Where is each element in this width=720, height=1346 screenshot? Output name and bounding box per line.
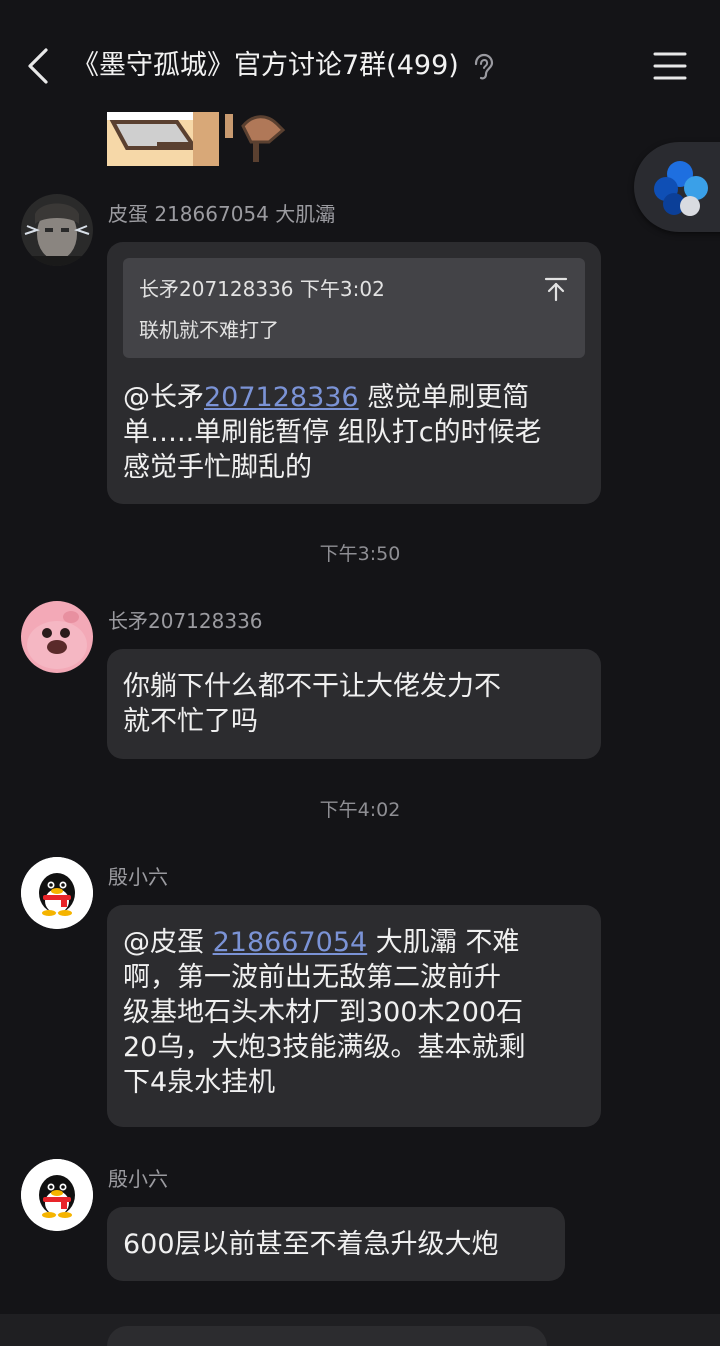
chat-title[interactable]: 《墨守孤城》官方讨论7群(499) [72, 46, 459, 86]
avatar[interactable] [21, 857, 93, 929]
hamburger-menu-icon [653, 52, 687, 80]
quoted-message[interactable]: 长矛207128336 下午3:02 联机就不难打了 [123, 258, 585, 358]
message-text: @皮蛋 218667054 大肌灞 不难 啊，第一波前出无敌第二波前升 级基地石… [123, 925, 593, 1100]
qq-assistant-icon [654, 161, 708, 216]
avatar[interactable] [21, 194, 93, 266]
quote-header: 长矛207128336 下午3:02 [139, 277, 385, 301]
time-separator: 下午3:50 [319, 543, 401, 565]
ear-icon[interactable] [470, 53, 496, 81]
message-text: @长矛207128336 感觉单刷更简 单…..单刷能暂停 组队打c的时候老 感… [123, 380, 593, 485]
message-text: 你躺下什么都不干让大佬发力不 就不忙了吗 [123, 671, 501, 737]
message-bubble[interactable]: 600层以前甚至不着急升级大炮 [107, 1207, 565, 1281]
avatar[interactable] [21, 601, 93, 673]
time-separator: 下午4:02 [319, 799, 401, 821]
sticker-image[interactable] [107, 112, 297, 166]
mention: @长矛 [123, 382, 204, 413]
message-bubble[interactable]: 你躺下什么都不干让大佬发力不 就不忙了吗 [107, 649, 601, 759]
mention-number-link[interactable]: 218667054 [213, 927, 368, 958]
sender-name: 殷小六 [108, 1167, 168, 1191]
avatar[interactable] [21, 1159, 93, 1231]
message-input[interactable] [107, 1326, 547, 1346]
back-button[interactable] [22, 46, 56, 86]
mention: @皮蛋 [123, 927, 213, 958]
qq-penguin-icon [21, 1159, 93, 1231]
floating-assistant-button[interactable] [634, 142, 720, 232]
message-bubble[interactable]: @皮蛋 218667054 大肌灞 不难 啊，第一波前出无敌第二波前升 级基地石… [107, 905, 601, 1127]
message-bubble[interactable]: 长矛207128336 下午3:02 联机就不难打了 @长矛207128336 … [107, 242, 601, 504]
sender-name: 长矛207128336 [108, 609, 263, 633]
chevron-left-icon [28, 48, 48, 84]
input-bar [0, 1314, 720, 1346]
qq-penguin-icon [21, 857, 93, 929]
quote-text: 联机就不难打了 [139, 318, 279, 342]
jump-to-top-icon[interactable] [543, 276, 569, 302]
message-text: 600层以前甚至不着急升级大炮 [123, 1229, 499, 1260]
sender-name: 皮蛋 218667054 大肌灞 [108, 202, 336, 226]
sender-name: 殷小六 [108, 865, 168, 889]
mention-number-link[interactable]: 207128336 [204, 382, 359, 413]
menu-button[interactable] [650, 48, 690, 84]
